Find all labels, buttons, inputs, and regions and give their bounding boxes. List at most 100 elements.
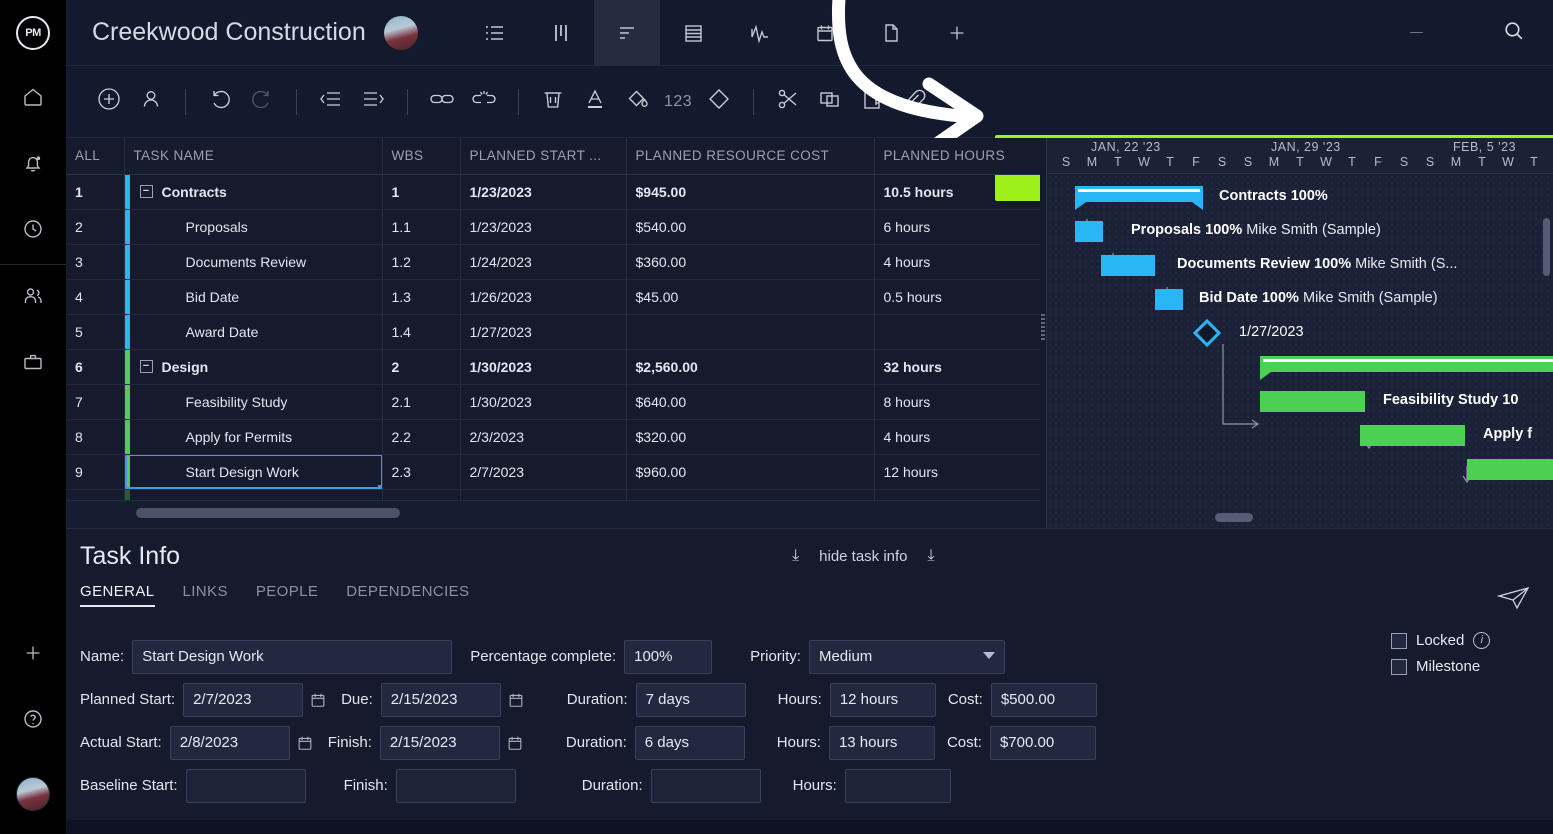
milestone-checkbox[interactable] xyxy=(1391,659,1407,675)
cell-task-name[interactable]: Apply for Permits xyxy=(124,419,382,454)
table-row[interactable]: 8 Apply for Permits 2.2 2/3/2023 $320.00… xyxy=(66,419,1040,454)
gantt-bar[interactable] xyxy=(1467,459,1553,480)
locked-checkbox-row[interactable]: Locked i xyxy=(1391,632,1531,649)
text-color-button[interactable] xyxy=(574,81,616,123)
tab-sheet-view[interactable] xyxy=(660,0,726,66)
minimize-icon[interactable] xyxy=(1410,32,1423,34)
baseline-duration-input[interactable] xyxy=(651,769,761,803)
cell-task-name[interactable]: Start Design Work xyxy=(124,454,382,489)
gantt-summary-bar[interactable] xyxy=(1075,186,1203,202)
search-button[interactable] xyxy=(1493,13,1533,53)
sidebar-item-home[interactable] xyxy=(0,66,66,132)
cell-task-name[interactable]: Proposals xyxy=(124,209,382,244)
column-header-planned-cost[interactable]: PLANNED RESOURCE COST xyxy=(626,138,874,174)
undo-button[interactable] xyxy=(199,81,241,123)
info-icon[interactable]: i xyxy=(1473,632,1490,649)
table-row[interactable]: 3 Documents Review 1.2 1/24/2023 $360.00… xyxy=(66,244,1040,279)
table-row[interactable]: 7 Feasibility Study 2.1 1/30/2023 $640.0… xyxy=(66,384,1040,419)
app-logo[interactable]: PM xyxy=(0,0,66,66)
column-header-wbs[interactable]: WBS xyxy=(382,138,460,174)
planned-duration-input[interactable] xyxy=(636,683,746,717)
actual-finish-input[interactable] xyxy=(380,726,500,760)
table-row[interactable]: 4 Bid Date 1.3 1/26/2023 $45.00 0.5 hour… xyxy=(66,279,1040,314)
planned-cost-input[interactable] xyxy=(991,683,1097,717)
calendar-icon[interactable] xyxy=(500,733,530,753)
percentage-complete-input[interactable] xyxy=(624,640,712,674)
gantt-bar[interactable] xyxy=(1360,425,1465,446)
milestone-diamond-icon[interactable] xyxy=(1193,319,1221,347)
sidebar-item-projects[interactable] xyxy=(0,331,66,397)
gantt-scrollbar-thumb[interactable] xyxy=(1215,513,1253,522)
name-input[interactable] xyxy=(132,640,452,674)
paste-button[interactable] xyxy=(851,81,893,123)
cell-task-name[interactable]: Award Date xyxy=(124,314,382,349)
sidebar-item-people[interactable] xyxy=(0,265,66,331)
baseline-start-input[interactable] xyxy=(186,769,306,803)
tab-dependencies[interactable]: DEPENDENCIES xyxy=(346,583,469,605)
table-row[interactable]: 2 Proposals 1.1 1/23/2023 $540.00 6 hour… xyxy=(66,209,1040,244)
cell-task-name[interactable]: − Contracts xyxy=(124,174,382,209)
send-button[interactable] xyxy=(1391,585,1531,616)
tab-board-view[interactable] xyxy=(528,0,594,66)
gantt-summary-bar[interactable] xyxy=(1260,356,1553,372)
cut-button[interactable] xyxy=(767,81,809,123)
tab-general[interactable]: GENERAL xyxy=(80,583,155,607)
calendar-icon[interactable] xyxy=(303,690,333,710)
sidebar-add-button[interactable] xyxy=(0,622,66,688)
collapse-toggle[interactable]: − xyxy=(140,360,153,373)
tab-add-view[interactable] xyxy=(924,0,990,66)
delete-button[interactable] xyxy=(532,81,574,123)
actual-cost-input[interactable] xyxy=(990,726,1096,760)
table-row[interactable]: 5 Award Date 1.4 1/27/2023 xyxy=(66,314,1040,349)
copy-button[interactable] xyxy=(809,81,851,123)
planned-hours-input[interactable] xyxy=(830,683,936,717)
gantt-bar[interactable] xyxy=(1260,391,1365,412)
link-tasks-button[interactable] xyxy=(421,81,463,123)
tab-links[interactable]: LINKS xyxy=(183,583,228,605)
tab-people[interactable]: PEOPLE xyxy=(256,583,318,605)
actual-duration-input[interactable] xyxy=(635,726,745,760)
sidebar-item-notifications[interactable] xyxy=(0,132,66,198)
unlink-tasks-button[interactable] xyxy=(463,81,505,123)
outdent-button[interactable] xyxy=(310,81,352,123)
gantt-vertical-scrollbar-thumb[interactable] xyxy=(1543,218,1550,276)
grid-scrollbar-thumb[interactable] xyxy=(136,508,400,518)
gantt-bar[interactable] xyxy=(1075,221,1103,242)
hide-task-info-button[interactable]: ⤓ hide task info ⤓ xyxy=(792,548,935,565)
gantt-bar[interactable] xyxy=(1155,289,1183,310)
column-header-planned-start[interactable]: PLANNED START ... xyxy=(460,138,626,174)
locked-checkbox[interactable] xyxy=(1391,633,1407,649)
cell-task-name[interactable]: Feasibility Study xyxy=(124,384,382,419)
baseline-hours-input[interactable] xyxy=(845,769,951,803)
priority-select[interactable] xyxy=(809,640,1005,674)
milestone-checkbox-row[interactable]: Milestone xyxy=(1391,658,1531,675)
tab-list-view[interactable] xyxy=(462,0,528,66)
table-row-selected[interactable]: 9 Start Design Work 2.3 2/7/2023 xyxy=(66,454,1040,489)
cell-task-name[interactable]: Documents Review xyxy=(124,244,382,279)
tab-pages-view[interactable] xyxy=(858,0,924,66)
number-format-button[interactable]: 123 xyxy=(658,93,698,111)
calendar-icon[interactable] xyxy=(290,733,320,753)
cell-task-name[interactable]: Bid Date xyxy=(124,279,382,314)
actual-start-input[interactable] xyxy=(170,726,290,760)
attachment-button[interactable] xyxy=(893,81,935,123)
calendar-icon[interactable] xyxy=(501,690,531,710)
tab-workload-view[interactable] xyxy=(726,0,792,66)
planned-start-input[interactable] xyxy=(183,683,303,717)
actual-hours-input[interactable] xyxy=(829,726,935,760)
tab-calendar-view[interactable] xyxy=(792,0,858,66)
grid-scrollbar-track[interactable] xyxy=(66,500,1040,528)
table-row[interactable]: 1 − Contracts 1 1/23/2023 $945.00 xyxy=(66,174,1040,209)
sidebar-user-avatar[interactable] xyxy=(0,754,66,834)
fill-color-button[interactable] xyxy=(616,81,658,123)
gantt-bar[interactable] xyxy=(1101,255,1155,276)
sidebar-help-button[interactable] xyxy=(0,688,66,754)
redo-button[interactable] xyxy=(241,81,283,123)
project-owner-avatar[interactable] xyxy=(384,16,418,50)
cell-task-name[interactable]: − Design xyxy=(124,349,382,384)
add-task-button[interactable] xyxy=(88,81,130,123)
tab-gantt-view[interactable] xyxy=(594,0,660,66)
milestone-button[interactable] xyxy=(698,81,740,123)
indent-button[interactable] xyxy=(352,81,394,123)
column-header-planned-hours[interactable]: PLANNED HOURS xyxy=(874,138,1040,174)
